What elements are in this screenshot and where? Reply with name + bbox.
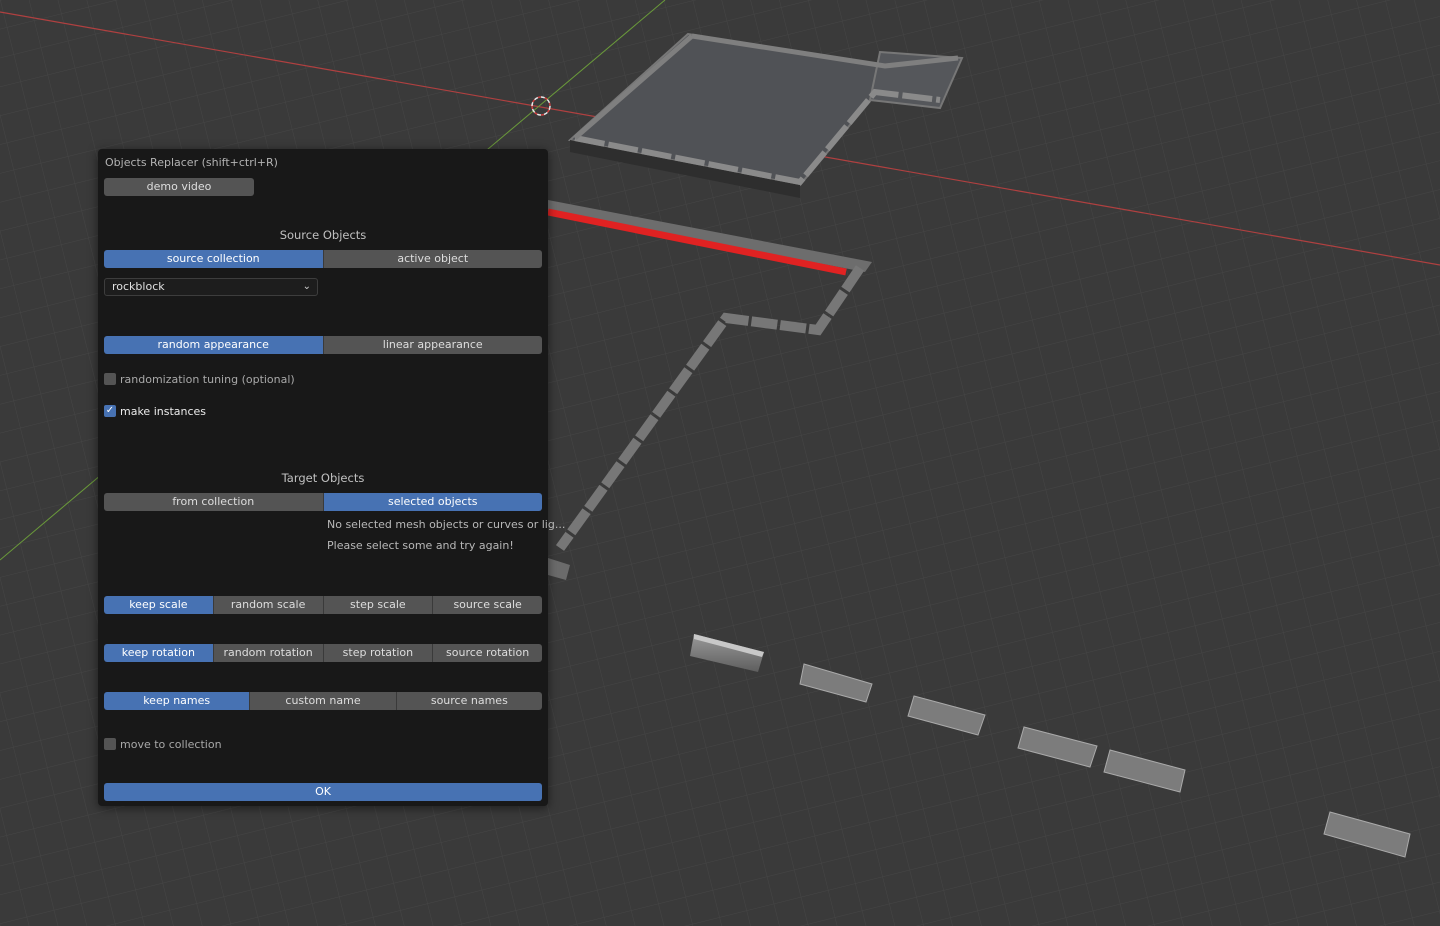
move-to-collection-label: move to collection bbox=[120, 737, 222, 751]
step-rotation-option[interactable]: step rotation bbox=[322, 644, 433, 662]
randomization-tuning-label: randomization tuning (optional) bbox=[120, 372, 295, 386]
make-instances-checkbox[interactable]: ✓ make instances bbox=[104, 403, 206, 419]
checkbox-box bbox=[104, 373, 116, 385]
linear-appearance-option[interactable]: linear appearance bbox=[322, 336, 542, 354]
names-mode-selector: keep names custom name source names bbox=[104, 692, 542, 710]
custom-name-option[interactable]: custom name bbox=[249, 692, 396, 710]
source-collection-dropdown[interactable]: rockblock ⌄ bbox=[104, 278, 318, 296]
selected-objects-option[interactable]: selected objects bbox=[322, 493, 542, 511]
make-instances-label: make instances bbox=[120, 404, 207, 418]
keep-rotation-option[interactable]: keep rotation bbox=[104, 644, 213, 662]
move-to-collection-checkbox[interactable]: move to collection bbox=[104, 736, 222, 752]
chevron-down-icon: ⌄ bbox=[302, 281, 311, 292]
scale-mode-selector: keep scale random scale step scale sourc… bbox=[104, 596, 542, 614]
checkmark-icon: ✓ bbox=[104, 405, 116, 417]
keep-scale-option[interactable]: keep scale bbox=[104, 596, 213, 614]
target-objects-heading: Target Objects bbox=[281, 471, 365, 485]
source-scale-option[interactable]: source scale bbox=[432, 596, 542, 614]
source-names-option[interactable]: source names bbox=[395, 692, 542, 710]
demo-video-button[interactable]: demo video bbox=[104, 178, 254, 196]
step-scale-option[interactable]: step scale bbox=[322, 596, 433, 614]
random-appearance-option[interactable]: random appearance bbox=[104, 336, 323, 354]
ok-button[interactable]: OK bbox=[104, 783, 542, 801]
from-collection-option[interactable]: from collection bbox=[104, 493, 323, 511]
source-mode-selector: source collection active object bbox=[104, 250, 542, 268]
checkbox-box bbox=[104, 738, 116, 750]
rotation-mode-selector: keep rotation random rotation step rotat… bbox=[104, 644, 542, 662]
dropdown-value: rockblock bbox=[112, 280, 165, 293]
no-selection-message: No selected mesh objects or curves or li… bbox=[327, 518, 566, 531]
source-objects-heading: Source Objects bbox=[279, 228, 367, 242]
source-collection-option[interactable]: source collection bbox=[104, 250, 323, 268]
dialog-title: Objects Replacer (shift+ctrl+R) bbox=[105, 156, 278, 169]
target-mode-selector: from collection selected objects bbox=[104, 493, 542, 511]
active-object-option[interactable]: active object bbox=[322, 250, 542, 268]
source-rotation-option[interactable]: source rotation bbox=[432, 644, 542, 662]
select-hint-message: Please select some and try again! bbox=[327, 539, 514, 552]
random-rotation-option[interactable]: random rotation bbox=[212, 644, 323, 662]
randomization-tuning-checkbox[interactable]: randomization tuning (optional) bbox=[104, 371, 295, 387]
keep-names-option[interactable]: keep names bbox=[104, 692, 250, 710]
appearance-selector: random appearance linear appearance bbox=[104, 336, 542, 354]
random-scale-option[interactable]: random scale bbox=[212, 596, 323, 614]
objects-replacer-dialog: Objects Replacer (shift+ctrl+R) demo vid… bbox=[98, 149, 565, 806]
